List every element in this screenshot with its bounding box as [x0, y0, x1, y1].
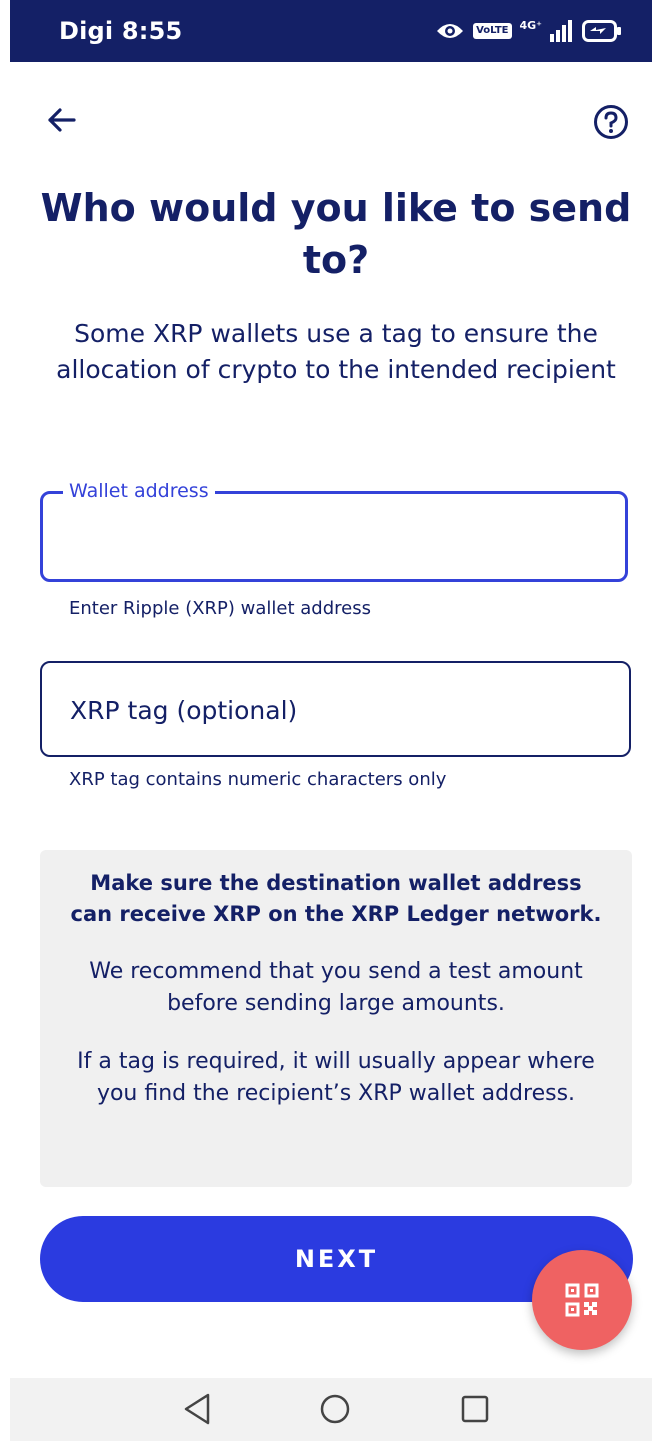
- signal-icon: [550, 20, 572, 42]
- volte-icon: VoLTE: [473, 23, 512, 39]
- arrow-left-icon[interactable]: [44, 102, 80, 138]
- status-icons: VoLTE 4G⁺: [435, 16, 622, 46]
- info-warning: Make sure the destination wallet address…: [70, 871, 602, 926]
- question-circle-icon[interactable]: [593, 104, 629, 140]
- send-screen: Digi 8:55 VoLTE 4G⁺ Who would you like t…: [0, 0, 652, 1441]
- system-nav-bar: [10, 1378, 652, 1441]
- info-tag-note: If a tag is required, it will usually ap…: [77, 1049, 595, 1106]
- eye-icon: [437, 24, 464, 38]
- triangle-back-icon[interactable]: [182, 1392, 214, 1426]
- wallet-address-input[interactable]: [65, 518, 609, 560]
- qr-scan-button[interactable]: [532, 1250, 632, 1350]
- xrp-tag-input[interactable]: [68, 689, 602, 731]
- circle-home-icon[interactable]: [318, 1392, 352, 1426]
- square-recents-icon[interactable]: [458, 1392, 492, 1426]
- wallet-address-field[interactable]: Wallet address: [40, 478, 628, 582]
- page-subtitle: Some XRP wallets use a tag to ensure the…: [56, 319, 616, 384]
- qr-code-icon: [565, 1283, 599, 1317]
- info-box: Make sure the destination wallet address…: [40, 850, 632, 1187]
- xrp-tag-field[interactable]: [40, 661, 631, 757]
- status-carrier-time: Digi 8:55: [59, 17, 183, 45]
- page-title: Who would you like to send to?: [40, 186, 632, 282]
- network-type-label: 4G⁺: [519, 18, 543, 32]
- xrp-tag-helper: XRP tag contains numeric characters only: [69, 769, 447, 790]
- info-recommendation: We recommend that you send a test amount…: [89, 959, 583, 1016]
- wallet-address-helper: Enter Ripple (XRP) wallet address: [69, 598, 371, 619]
- battery-charging-icon: [582, 20, 621, 42]
- wallet-address-label: Wallet address: [63, 478, 215, 504]
- status-bar: Digi 8:55 VoLTE 4G⁺: [10, 0, 652, 62]
